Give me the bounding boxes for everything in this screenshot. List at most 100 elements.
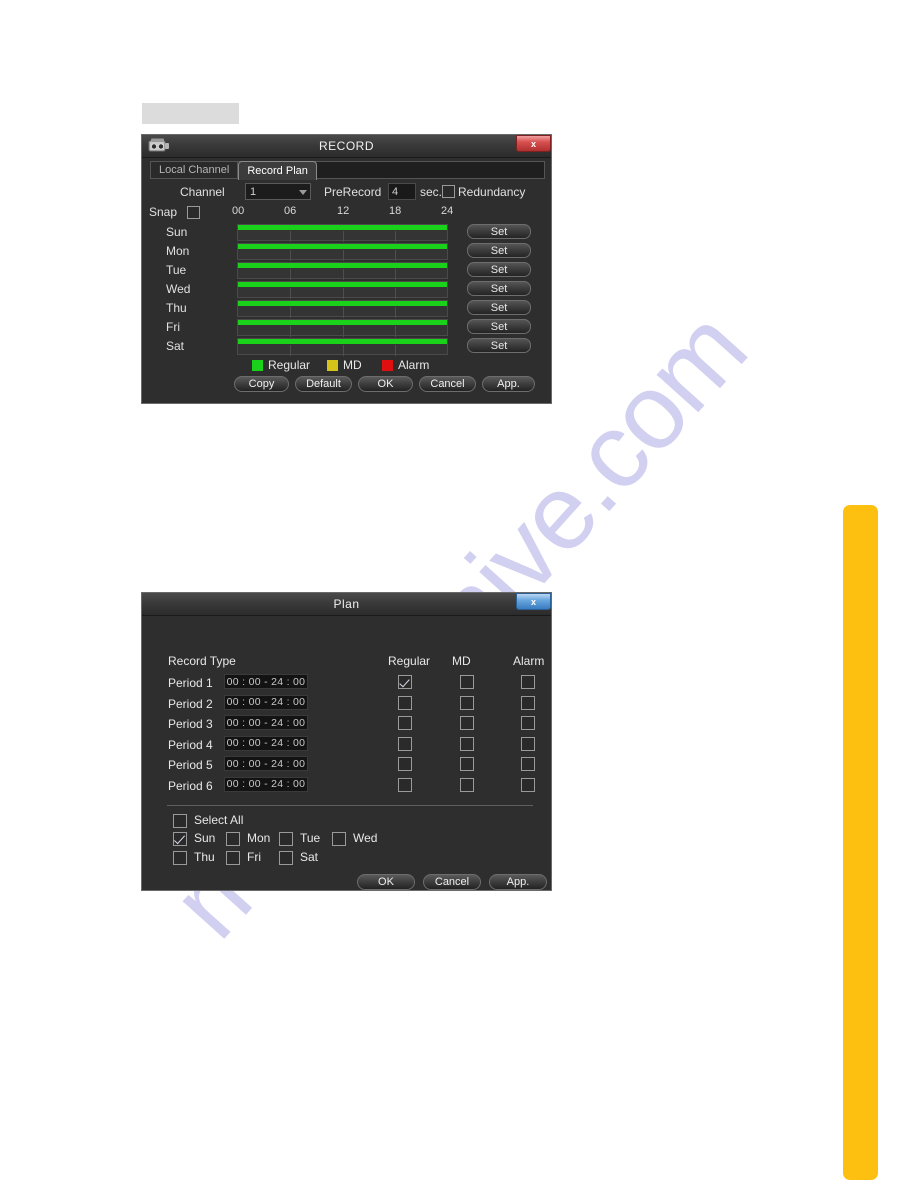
set-button-mon[interactable]: Set	[467, 243, 531, 258]
period-alarm-checkbox[interactable]	[521, 695, 535, 710]
day-checkbox-sun[interactable]	[173, 832, 187, 846]
schedule-timeline-track[interactable]	[237, 300, 448, 318]
plan-app-button[interactable]: App.	[489, 874, 547, 890]
period-md-checkbox[interactable]	[460, 675, 474, 689]
record-copy-button[interactable]: Copy	[234, 376, 289, 392]
record-close-button[interactable]: x	[516, 135, 551, 152]
image-placeholder	[142, 103, 239, 124]
period-alarm-checkbox[interactable]	[521, 777, 535, 792]
set-button-fri[interactable]: Set	[467, 319, 531, 334]
period-md-checkbox[interactable]	[460, 736, 474, 751]
period-row: Period 3 00 : 00 - 24 : 00	[142, 715, 553, 736]
period-md-checkbox[interactable]	[460, 716, 474, 730]
period-regular-checkbox[interactable]	[398, 695, 412, 710]
period-regular-checkbox[interactable]	[398, 716, 412, 730]
period-label: Period 5	[168, 758, 213, 772]
period-label: Period 2	[168, 696, 213, 711]
timeline-tick-mark	[342, 326, 344, 337]
day-checkbox-thu[interactable]	[173, 851, 187, 865]
plan-dialog-titlebar: Plan x	[142, 593, 551, 616]
column-header-alarm: Alarm	[513, 654, 545, 668]
chevron-down-icon	[299, 190, 307, 195]
timeline-tick-mark	[290, 231, 292, 242]
period-time-input[interactable]: 00 : 00 - 24 : 00	[224, 776, 308, 792]
day-checkbox-fri[interactable]	[226, 851, 240, 865]
schedule-row-wed: Wed Set	[142, 281, 553, 300]
day-checkbox-tue[interactable]	[279, 832, 293, 846]
button-label: Copy	[248, 378, 275, 390]
redundancy-checkbox[interactable]	[442, 185, 455, 198]
schedule-timeline-track[interactable]	[237, 338, 448, 356]
period-alarm-checkbox[interactable]	[521, 736, 535, 751]
timeline-tick-mark	[342, 307, 344, 318]
schedule-bar-fill	[238, 320, 447, 325]
period-time-input[interactable]: 00 : 00 - 24 : 00	[224, 694, 308, 710]
tab-record-plan[interactable]: Record Plan	[238, 161, 317, 180]
schedule-timeline-track[interactable]	[237, 281, 448, 299]
record-type-label: Record Type	[168, 654, 236, 668]
schedule-timeline-track[interactable]	[237, 243, 448, 261]
period-time-input[interactable]: 00 : 00 - 24 : 00	[224, 715, 308, 730]
day-checkbox-wed[interactable]	[332, 832, 346, 846]
day-checkbox-mon[interactable]	[226, 832, 240, 846]
plan-dialog-body: Record Type Regular MD Alarm Period 1 00 …	[142, 616, 551, 892]
button-label: Default	[306, 378, 341, 390]
plan-cancel-button[interactable]: Cancel	[423, 874, 481, 890]
schedule-bar-fill	[238, 301, 447, 306]
schedule-day-label: Thu	[166, 301, 187, 315]
timeline-tick-06: 06	[284, 205, 297, 217]
record-default-button[interactable]: Default	[295, 376, 352, 392]
set-button-tue[interactable]: Set	[467, 262, 531, 277]
plan-dialog: Plan x Record Type Regular MD Alarm Peri…	[141, 592, 552, 891]
day-label-wed: Wed	[353, 831, 378, 845]
channel-select[interactable]: 1	[245, 183, 311, 200]
period-md-checkbox[interactable]	[460, 777, 474, 792]
schedule-bar-fill	[238, 244, 447, 249]
record-app-button[interactable]: App.	[482, 376, 535, 392]
set-button-wed[interactable]: Set	[467, 281, 531, 296]
prerecord-input[interactable]: 4	[388, 183, 416, 200]
plan-close-button[interactable]: x	[516, 593, 551, 610]
timeline-tick-mark	[342, 250, 344, 261]
day-checkbox-sat[interactable]	[279, 851, 293, 865]
period-alarm-checkbox[interactable]	[521, 757, 535, 771]
period-time-input[interactable]: 00 : 00 - 24 : 00	[224, 756, 308, 771]
period-alarm-checkbox[interactable]	[521, 675, 535, 689]
period-alarm-checkbox[interactable]	[521, 716, 535, 730]
prerecord-unit-label: sec.	[420, 185, 443, 199]
schedule-timeline-track[interactable]	[237, 224, 448, 242]
schedule-day-label: Wed	[166, 282, 191, 296]
period-md-checkbox[interactable]	[460, 695, 474, 710]
snap-checkbox[interactable]	[187, 206, 200, 219]
period-row: Period 2 00 : 00 - 24 : 00	[142, 694, 553, 716]
schedule-row-mon: Mon Set	[142, 243, 553, 262]
set-button-sat[interactable]: Set	[467, 338, 531, 353]
period-regular-checkbox[interactable]	[398, 777, 412, 792]
set-button-thu[interactable]: Set	[467, 300, 531, 315]
period-regular-checkbox[interactable]	[398, 675, 412, 689]
tab-local-channel[interactable]: Local Channel	[151, 162, 239, 178]
set-button-sun[interactable]: Set	[467, 224, 531, 239]
period-md-checkbox[interactable]	[460, 757, 474, 771]
schedule-timeline-track[interactable]	[237, 319, 448, 337]
schedule-row-fri: Fri Set	[142, 319, 553, 338]
schedule-bar-fill	[238, 263, 447, 268]
record-ok-button[interactable]: OK	[358, 376, 413, 392]
period-time-value: 00 : 00 - 24 : 00	[226, 737, 306, 749]
period-label: Period 1	[168, 676, 213, 690]
tab-local-channel-label: Local Channel	[159, 164, 230, 176]
schedule-row-tue: Tue Set	[142, 262, 553, 281]
legend-label-regular: Regular	[268, 358, 311, 372]
period-time-input[interactable]: 00 : 00 - 24 : 00	[224, 674, 308, 689]
record-cancel-button[interactable]: Cancel	[419, 376, 476, 392]
select-all-checkbox[interactable]	[173, 814, 187, 828]
timeline-tick-mark	[394, 288, 396, 299]
period-time-input[interactable]: 00 : 00 - 24 : 00	[224, 735, 308, 751]
period-regular-checkbox[interactable]	[398, 736, 412, 751]
period-regular-checkbox[interactable]	[398, 757, 412, 771]
timeline-tick-mark	[342, 288, 344, 299]
schedule-timeline-track[interactable]	[237, 262, 448, 280]
plan-ok-button[interactable]: OK	[357, 874, 415, 890]
set-button-label: Set	[490, 244, 508, 257]
day-label-sat: Sat	[300, 850, 319, 864]
